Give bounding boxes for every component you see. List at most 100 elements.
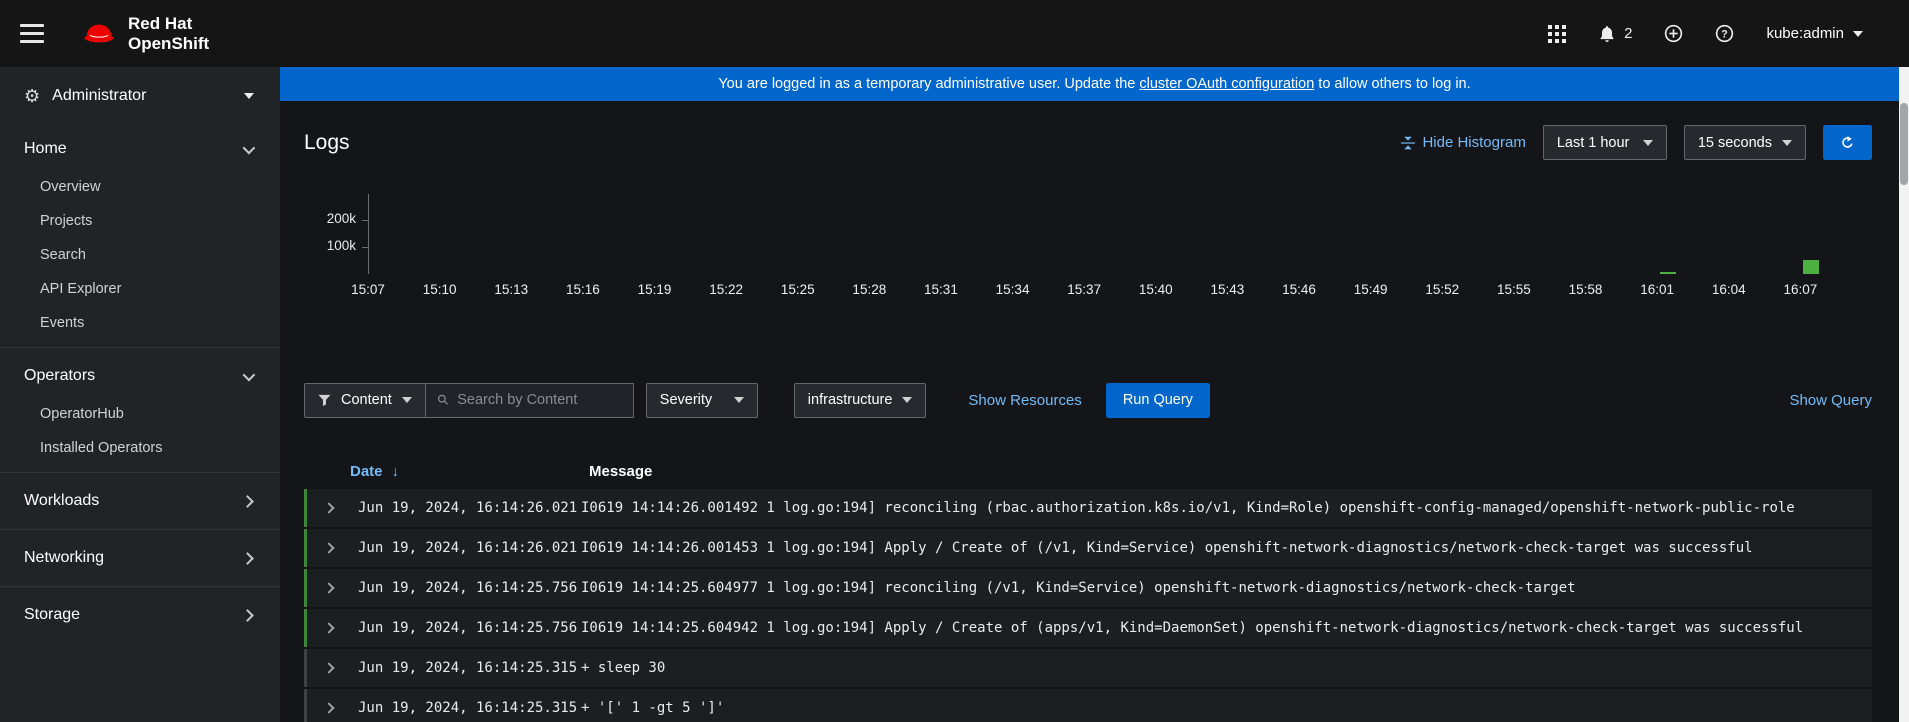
brand-line2: OpenShift [128, 34, 209, 54]
x-axis-tick-label: 15:55 [1497, 282, 1531, 297]
tenant-select[interactable]: infrastructure [794, 383, 927, 418]
username: kube:admin [1766, 25, 1844, 42]
redhat-logo-icon [80, 20, 118, 48]
row-expander[interactable] [307, 544, 350, 552]
banner-text-before: You are logged in as a temporary adminis… [718, 76, 1139, 92]
chevron-right-icon [323, 662, 334, 673]
add-icon[interactable] [1664, 24, 1683, 43]
search-icon [437, 393, 449, 407]
date-column-header[interactable]: Date ↓ [350, 463, 589, 480]
content-filter-select[interactable]: Content [304, 383, 426, 418]
table-header: Date ↓ Message [304, 454, 1872, 489]
bell-icon [1598, 25, 1616, 43]
sidebar-item-projects[interactable]: Projects [0, 204, 280, 238]
help-icon[interactable]: ? [1715, 24, 1734, 43]
table-row: Jun 19, 2024, 16:14:25.756I0619 14:14:25… [304, 569, 1872, 607]
brand-logo: Red Hat OpenShift [80, 14, 209, 53]
search-input[interactable] [457, 392, 622, 408]
x-axis-tick-label: 16:07 [1783, 282, 1817, 297]
sidebar-item-search[interactable]: Search [0, 238, 280, 272]
table-row: Jun 19, 2024, 16:14:26.021I0619 14:14:26… [304, 489, 1872, 527]
show-query-link[interactable]: Show Query [1789, 392, 1872, 409]
log-message-cell: + sleep 30 [581, 660, 1872, 676]
row-expander[interactable] [307, 704, 350, 712]
chevron-right-icon [241, 552, 254, 565]
x-axis-tick-label: 15:52 [1425, 282, 1459, 297]
x-axis-tick-label: 16:01 [1640, 282, 1674, 297]
log-message-cell: I0619 14:14:26.001453 1 log.go:194] Appl… [581, 540, 1872, 556]
nav-section-networking: Networking [0, 529, 280, 586]
nav-group-label: Home [24, 140, 67, 158]
chevron-right-icon [323, 502, 334, 513]
perspective-label: Administrator [52, 87, 146, 105]
log-date-cell: Jun 19, 2024, 16:14:26.021 [350, 540, 581, 556]
openshift-console: Red Hat OpenShift 2 ? kube:admin [0, 0, 1909, 722]
row-expander[interactable] [307, 624, 350, 632]
y-axis-tick-label: 200k [304, 211, 356, 226]
nav-section-workloads: Workloads [0, 472, 280, 529]
sidebar-item-api-explorer[interactable]: API Explorer [0, 272, 280, 306]
x-axis-tick-label: 15:34 [996, 282, 1030, 297]
sidebar-item-operators[interactable]: Operators [0, 355, 280, 397]
masthead: Red Hat OpenShift 2 ? kube:admin [0, 0, 1909, 67]
show-resources-link[interactable]: Show Resources [968, 392, 1081, 409]
caret-down-icon [1853, 31, 1863, 37]
run-query-button[interactable]: Run Query [1106, 383, 1210, 418]
chart-plot [368, 194, 1872, 274]
hide-histogram-link[interactable]: Hide Histogram [1401, 134, 1525, 151]
row-expander[interactable] [307, 504, 350, 512]
chevron-right-icon [323, 582, 334, 593]
sidebar-item-events[interactable]: Events [0, 306, 280, 340]
row-expander[interactable] [307, 664, 350, 672]
refresh-interval-select[interactable]: 15 seconds [1684, 125, 1806, 160]
app-launcher-icon[interactable] [1548, 25, 1566, 43]
row-expander[interactable] [307, 584, 350, 592]
log-date-cell: Jun 19, 2024, 16:14:25.756 [350, 620, 581, 636]
nav-section-storage: Storage [0, 586, 280, 643]
x-axis-tick-label: 15:58 [1569, 282, 1603, 297]
chevron-right-icon [241, 609, 254, 622]
chevron-down-icon [243, 141, 256, 154]
sidebar-item-home[interactable]: Home [0, 128, 280, 170]
perspective-switcher[interactable]: ⚙ Administrator [0, 67, 280, 121]
sidebar-item-storage[interactable]: Storage [0, 594, 280, 636]
user-menu[interactable]: kube:admin [1766, 25, 1863, 42]
sidebar-item-networking[interactable]: Networking [0, 537, 280, 579]
caret-down-icon [402, 397, 412, 403]
sidebar-item-overview[interactable]: Overview [0, 170, 280, 204]
histogram-bar[interactable] [1660, 272, 1676, 274]
log-date-cell: Jun 19, 2024, 16:14:25.315 [350, 660, 581, 676]
severity-filter-select[interactable]: Severity [646, 383, 758, 418]
table-row: Jun 19, 2024, 16:14:25.315+ '[' 1 -gt 5 … [304, 689, 1872, 722]
filter-icon [318, 394, 331, 407]
x-axis-tick-label: 15:19 [638, 282, 672, 297]
nav-group-label: Operators [24, 367, 95, 385]
notifications-button[interactable]: 2 [1598, 25, 1632, 43]
filter-toolbar: Content Severity infrastructure Show Res… [304, 382, 1872, 418]
time-range-select[interactable]: Last 1 hour [1543, 125, 1667, 160]
chevron-down-icon [243, 368, 256, 381]
table-row: Jun 19, 2024, 16:14:25.315+ sleep 30 [304, 649, 1872, 687]
y-axis-tick-label: 100k [304, 238, 356, 253]
refresh-button[interactable] [1823, 125, 1872, 160]
caret-down-icon [244, 93, 254, 99]
nav-section-operators: Operators OperatorHubInstalled Operators [0, 347, 280, 472]
banner-text-after: to allow others to log in. [1314, 76, 1470, 92]
x-axis-tick-label: 15:16 [566, 282, 600, 297]
sidebar-item-installed-operators[interactable]: Installed Operators [0, 431, 280, 465]
chart-xaxis: 15:0715:1015:1315:1615:1915:2215:2515:28… [368, 282, 1872, 300]
x-axis-tick-label: 15:13 [494, 282, 528, 297]
chevron-right-icon [323, 542, 334, 553]
x-axis-tick-label: 15:10 [423, 282, 457, 297]
nav-toggle-button[interactable] [20, 24, 44, 43]
gear-icon: ⚙ [24, 87, 40, 105]
scrollbar-thumb[interactable] [1900, 103, 1908, 185]
log-date-cell: Jun 19, 2024, 16:14:25.315 [350, 700, 581, 716]
scrollbar[interactable] [1899, 67, 1909, 722]
sidebar-nav: Home OverviewProjectsSearchAPI ExplorerEv… [0, 121, 280, 643]
sidebar-item-workloads[interactable]: Workloads [0, 480, 280, 522]
sidebar-item-operatorhub[interactable]: OperatorHub [0, 397, 280, 431]
chevron-right-icon [323, 622, 334, 633]
oauth-config-link[interactable]: cluster OAuth configuration [1139, 76, 1314, 92]
histogram-bar[interactable] [1803, 260, 1819, 274]
